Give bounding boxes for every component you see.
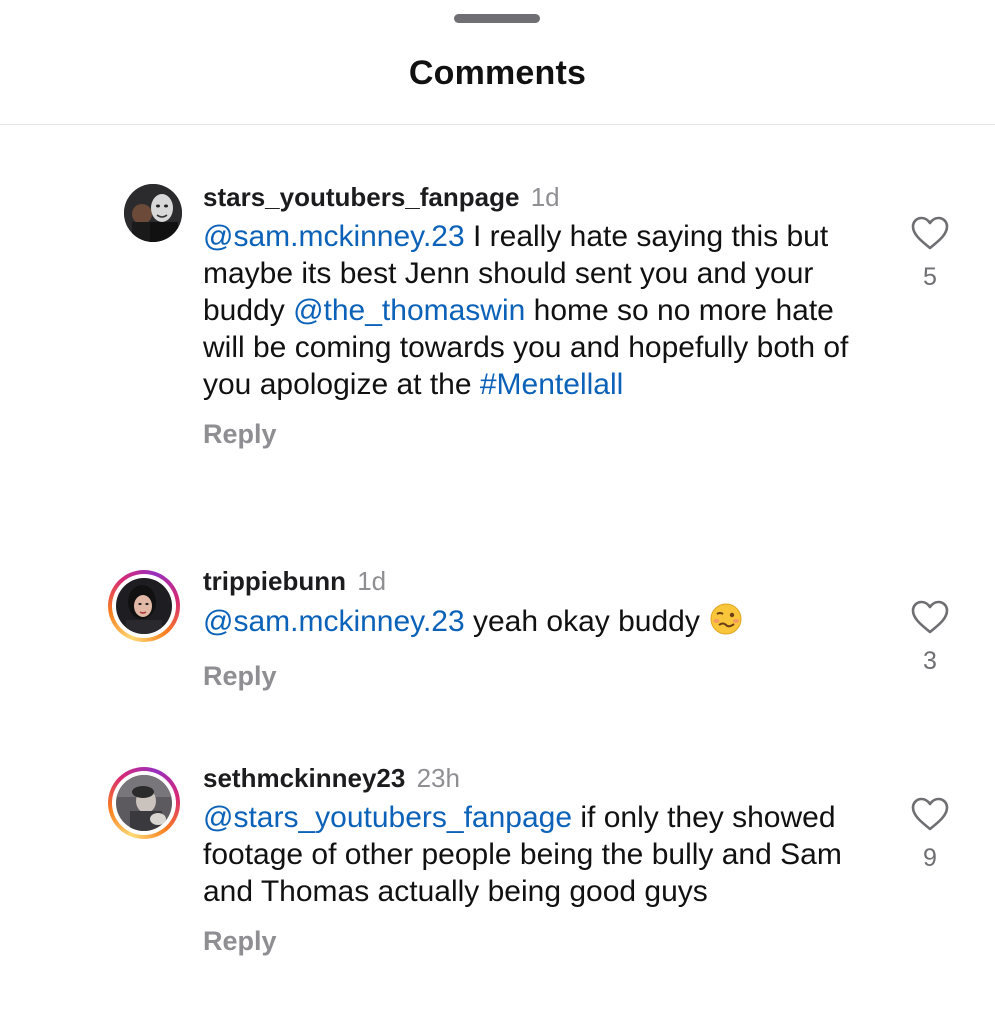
comment-meta: sethmckinney23 23h (203, 761, 863, 795)
page-title: Comments (408, 54, 587, 92)
mention-link[interactable]: @sam.mckinney.23 (203, 220, 465, 253)
comment-timestamp: 1d (357, 566, 387, 596)
comment-text: @sam.mckinney.23 yeah okay buddy (203, 602, 863, 645)
profile-photo-icon (124, 184, 182, 242)
like-count: 9 (923, 844, 937, 872)
comment-timestamp: 1d (530, 182, 560, 212)
comment-text: @stars_youtubers_fanpage if only they sh… (203, 799, 863, 910)
comments-sheet: Comments stars_youtubers_fanpage 1d @sam… (0, 0, 995, 1024)
sheet-grabber-handle[interactable] (454, 14, 540, 23)
avatar[interactable] (108, 767, 180, 839)
avatar[interactable] (124, 184, 182, 242)
reply-button[interactable]: Reply (203, 419, 277, 450)
reply-button[interactable]: Reply (203, 661, 277, 692)
like-control: 9 (900, 796, 960, 873)
heart-icon[interactable] (910, 215, 950, 251)
profile-photo-icon (116, 775, 172, 831)
reply-button[interactable]: Reply (203, 926, 277, 957)
comment-text-segment: yeah okay buddy (464, 605, 700, 638)
profile-photo-icon (116, 578, 172, 634)
like-control: 3 (900, 599, 960, 676)
mention-link[interactable]: @the_thomaswin (293, 294, 525, 327)
avatar-image (116, 578, 172, 634)
avatar-image (116, 775, 172, 831)
mention-link[interactable]: @stars_youtubers_fanpage (203, 801, 572, 834)
like-count: 5 (923, 263, 937, 291)
mention-link[interactable]: @sam.mckinney.23 (203, 605, 465, 638)
comment-body: stars_youtubers_fanpage 1d @sam.mckinney… (203, 180, 863, 450)
hashtag-link[interactable]: #Mentellall (480, 368, 623, 401)
avatar-image (124, 184, 182, 242)
comment-username[interactable]: trippiebunn (203, 566, 346, 596)
comment-meta: trippiebunn 1d (203, 564, 863, 598)
comment-text: @sam.mckinney.23 I really hate saying th… (203, 218, 863, 403)
heart-icon[interactable] (910, 796, 950, 832)
header-divider (0, 124, 995, 125)
comment-username[interactable]: sethmckinney23 (203, 763, 405, 793)
comment-body: trippiebunn 1d @sam.mckinney.23 yeah oka… (203, 564, 863, 692)
heart-icon[interactable] (910, 599, 950, 635)
comment-username[interactable]: stars_youtubers_fanpage (203, 182, 519, 212)
woozy-face-emoji-icon (708, 602, 744, 645)
like-control: 5 (900, 215, 960, 292)
comment-meta: stars_youtubers_fanpage 1d (203, 180, 863, 214)
comment-body: sethmckinney23 23h @stars_youtubers_fanp… (203, 761, 863, 957)
comment-timestamp: 23h (416, 763, 460, 793)
like-count: 3 (923, 647, 937, 675)
avatar[interactable] (108, 570, 180, 642)
